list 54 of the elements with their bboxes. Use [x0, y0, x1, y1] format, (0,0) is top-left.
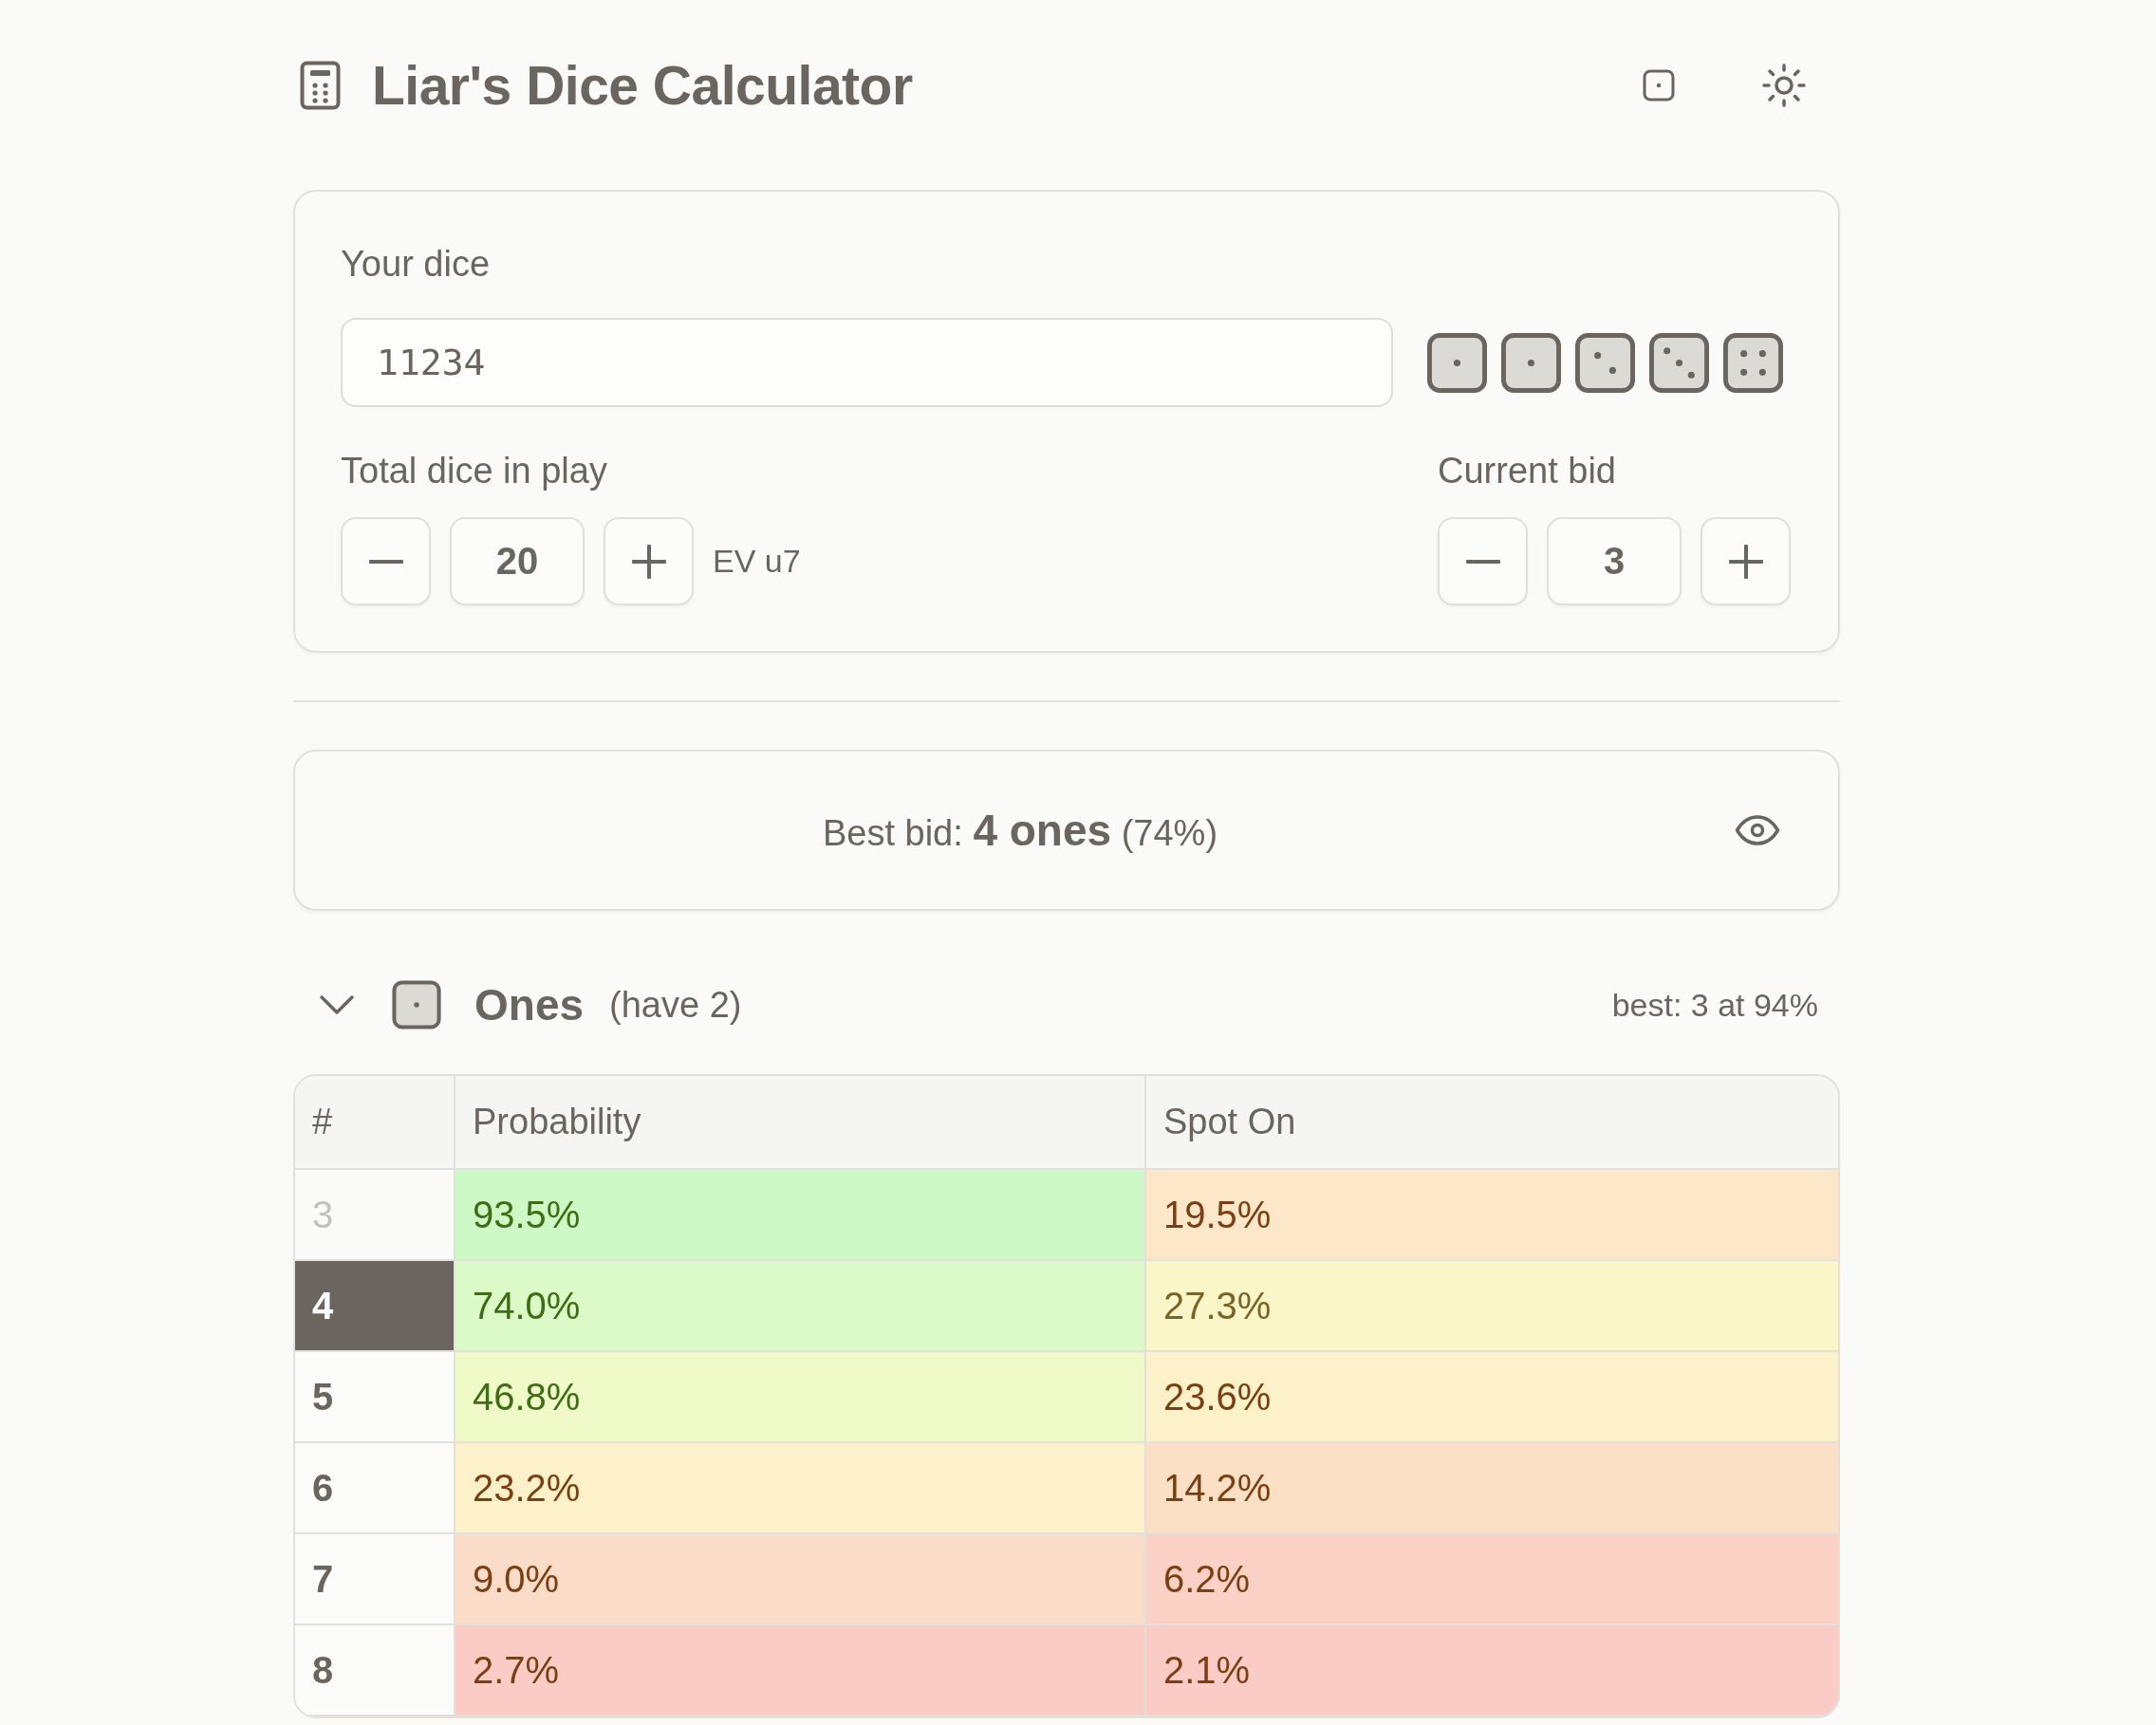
plus-icon — [631, 544, 666, 579]
minus-icon — [1465, 559, 1500, 564]
table-cell: 27.3% — [1146, 1261, 1838, 1352]
table-cell: 46.8% — [455, 1352, 1146, 1443]
best-bid-text: Best bid: 4 ones (74%) — [821, 805, 1219, 856]
minus-icon — [368, 559, 403, 564]
die-icon — [1501, 332, 1561, 393]
number-field[interactable]: 20 — [450, 517, 585, 605]
die-icon — [1649, 332, 1709, 393]
chevron-icon — [319, 994, 355, 1015]
number-field[interactable]: 3 — [1547, 517, 1682, 605]
table-cell: 7 — [295, 1534, 455, 1625]
theme-toggle-button[interactable] — [1762, 64, 1806, 107]
plus-icon — [1728, 544, 1763, 579]
ev-note: EV u7 — [713, 543, 801, 580]
table-cell: 19.5% — [1146, 1170, 1838, 1261]
dice-input-field[interactable]: 11234 — [341, 318, 1393, 407]
table-cell: 74.0% — [455, 1261, 1146, 1352]
increase-button[interactable] — [1701, 517, 1791, 605]
column-header: # — [295, 1076, 455, 1170]
die-icon — [1427, 332, 1487, 393]
table-cell: 23.6% — [1146, 1352, 1838, 1443]
field-label: Total dice in play — [341, 450, 608, 492]
table-cell: 5 — [295, 1352, 455, 1443]
collapse-button[interactable] — [319, 994, 355, 1015]
reveal-button[interactable] — [1735, 815, 1780, 845]
table-cell: 23.2% — [455, 1443, 1146, 1534]
app-title: Liar's Dice Calculator — [372, 54, 913, 117]
increase-button[interactable] — [604, 517, 694, 605]
table-cell: 4 — [295, 1261, 455, 1352]
table-cell: 2.1% — [1146, 1625, 1838, 1716]
table-cell: 93.5% — [455, 1170, 1146, 1261]
group-title: Ones — [474, 979, 585, 1030]
table-cell: 3 — [295, 1170, 455, 1261]
field-label: Current bid — [1438, 450, 1617, 492]
column-header: Probability — [455, 1076, 1146, 1170]
table-cell: 6 — [295, 1443, 455, 1534]
calculator-icon — [300, 61, 341, 110]
table-cell: 14.2% — [1146, 1443, 1838, 1534]
column-header: Spot On — [1146, 1076, 1838, 1170]
eye-icon — [1735, 815, 1780, 845]
field-label: Your dice — [341, 243, 492, 286]
dice-button[interactable] — [1643, 69, 1675, 102]
die-icon — [392, 980, 441, 1029]
die-icon — [1643, 69, 1675, 102]
table-cell: 8 — [295, 1625, 455, 1716]
have-count: (have 2) — [609, 984, 742, 1026]
die-icon — [1723, 332, 1783, 393]
die-icon — [1575, 332, 1635, 393]
table-cell: 6.2% — [1146, 1534, 1838, 1625]
best-summary: best: 3 at 94% — [1611, 986, 1818, 1024]
sun-icon — [1762, 64, 1806, 107]
table-cell: 2.7% — [455, 1625, 1146, 1716]
table-cell: 9.0% — [455, 1534, 1146, 1625]
